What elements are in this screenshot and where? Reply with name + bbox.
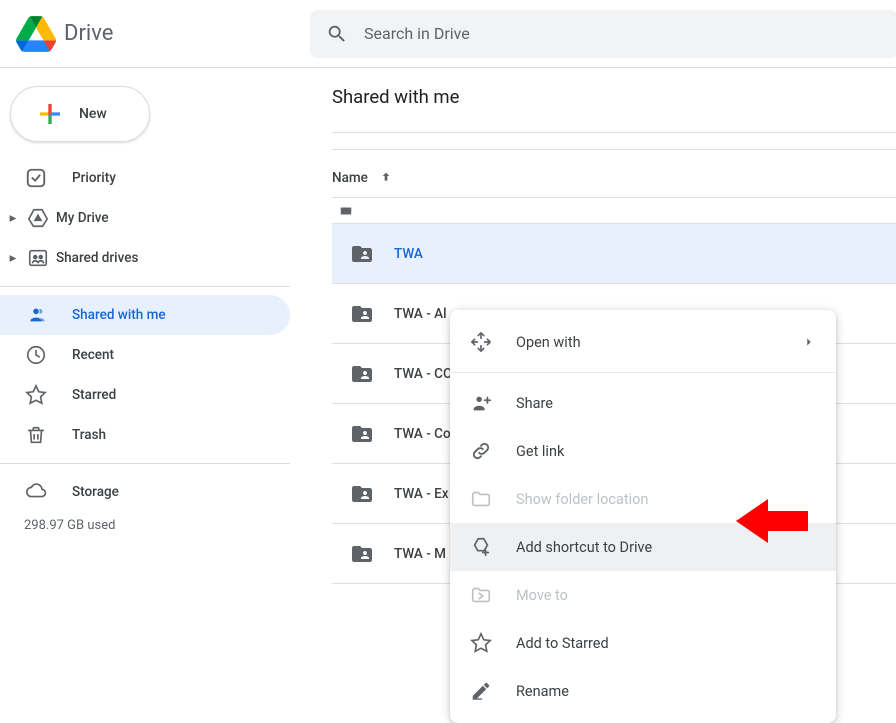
rename-icon: [470, 680, 492, 702]
sidebar-item-mydrive[interactable]: ▸ My Drive: [0, 198, 290, 238]
app-name: Drive: [64, 21, 113, 46]
sidebar-item-recent[interactable]: Recent: [0, 335, 290, 375]
annotation-arrow: [736, 493, 808, 549]
expand-icon[interactable]: ▸: [6, 250, 20, 266]
chevron-right-icon: [802, 335, 816, 349]
sharedwithme-icon: [24, 303, 48, 327]
folder-shared-icon: [350, 302, 374, 326]
folder-icon: [470, 488, 492, 510]
file-row[interactable]: TWA: [332, 224, 896, 284]
recent-icon: [24, 343, 48, 367]
sidebar-item-priority[interactable]: Priority: [0, 158, 290, 198]
column-header-name[interactable]: Name: [332, 158, 896, 198]
priority-icon: [24, 166, 48, 190]
folder-shared-icon: [350, 422, 374, 446]
menu-item-share[interactable]: Share: [450, 379, 836, 427]
storage-used: 298.97 GB used: [0, 512, 290, 533]
folder-shared-icon: [350, 362, 374, 386]
mydrive-icon: [26, 206, 50, 230]
file-name: TWA - Co: [394, 426, 451, 442]
search-icon: [326, 23, 348, 45]
shortcut-icon: [470, 536, 492, 558]
star-icon: [24, 383, 48, 407]
sidebar-item-label: Recent: [72, 347, 114, 363]
page-title: Shared with me: [332, 86, 896, 108]
sidebar-item-label: Storage: [72, 484, 119, 500]
plus-icon: [35, 99, 65, 129]
sidebar-item-label: My Drive: [56, 210, 109, 226]
sidebar-item-starred[interactable]: Starred: [0, 375, 290, 415]
search-input[interactable]: [364, 24, 882, 43]
sidebar-item-label: Shared drives: [56, 250, 138, 266]
sidebar-item-sharedwithme[interactable]: Shared with me: [0, 295, 290, 335]
shareddrives-icon: [26, 246, 50, 270]
menu-item-label: Add to Starred: [516, 635, 609, 652]
sidebar-item-shareddrives[interactable]: ▸ Shared drives: [0, 238, 290, 278]
new-button[interactable]: New: [10, 86, 150, 142]
file-name: TWA - Al: [394, 306, 447, 322]
sidebar-item-storage[interactable]: Storage: [0, 472, 290, 512]
folder-shared-icon: [350, 242, 374, 266]
folder-shared-icon: [350, 542, 374, 566]
menu-item-star[interactable]: Add to Starred: [450, 619, 836, 667]
search-bar[interactable]: [310, 10, 896, 58]
divider: [0, 463, 290, 464]
sort-arrow-icon: [378, 170, 394, 186]
menu-item-rename[interactable]: Rename: [450, 667, 836, 715]
file-name: TWA: [394, 246, 423, 262]
trash-icon: [24, 423, 48, 447]
link-icon: [470, 440, 492, 462]
star-icon: [470, 632, 492, 654]
folder-shared-icon: [350, 482, 374, 506]
sidebar-item-label: Starred: [72, 387, 116, 403]
drive-logo-icon: [16, 14, 56, 54]
menu-item-label: Add shortcut to Drive: [516, 539, 652, 556]
menu-item-openwith[interactable]: Open with: [450, 318, 836, 366]
storage-icon: [24, 480, 48, 504]
menu-item-moveto: Move to: [450, 571, 836, 619]
app-logo-block[interactable]: Drive: [0, 14, 310, 54]
menu-item-label: Rename: [516, 683, 569, 700]
share-icon: [470, 392, 492, 414]
expand-icon[interactable]: ▸: [6, 210, 20, 226]
file-name: TWA - CO: [394, 366, 452, 382]
moveto-icon: [470, 584, 492, 606]
menu-item-label: Share: [516, 395, 553, 412]
divider: [450, 372, 836, 373]
sidebar-item-label: Priority: [72, 170, 116, 186]
menu-item-link[interactable]: Get link: [450, 427, 836, 475]
sidebar-item-trash[interactable]: Trash: [0, 415, 290, 455]
column-header-label: Name: [332, 170, 368, 186]
file-name: TWA - Ex: [394, 486, 449, 502]
openwith-icon: [470, 331, 492, 353]
file-name: TWA - M: [394, 546, 446, 562]
menu-item-label: Show folder location: [516, 491, 648, 508]
new-button-label: New: [79, 106, 107, 122]
menu-item-label: Move to: [516, 587, 568, 604]
menu-item-label: Get link: [516, 443, 564, 460]
divider: [0, 286, 290, 287]
menu-item-label: Open with: [516, 334, 581, 351]
list-item-stub: [332, 198, 896, 224]
sidebar-item-label: Trash: [72, 427, 106, 443]
sidebar-item-label: Shared with me: [72, 307, 166, 323]
sidebar: New Priority ▸ My Drive ▸ Shared drives …: [0, 68, 290, 533]
list-section-stub: [332, 132, 896, 150]
